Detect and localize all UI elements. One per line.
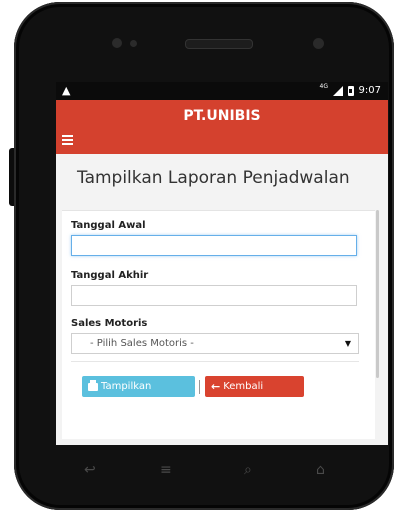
warning-triangle-icon: ▲: [62, 84, 71, 97]
network-type: 4G: [319, 83, 328, 90]
device-screen: ▲ 4G 9:07 PT.UNIBIS Tampilkan Laporan Pe…: [56, 82, 388, 445]
scrollbar[interactable]: [376, 210, 379, 378]
signal-icon: [332, 85, 343, 96]
app-title: PT.UNIBIS: [183, 108, 261, 124]
show-report-button[interactable]: Tampilkan: [82, 376, 195, 397]
end-date-label: Tanggal Akhir: [71, 270, 149, 281]
app-bar: PT.UNIBIS: [56, 100, 388, 154]
button-separator: [199, 380, 200, 394]
sensor-dot: [130, 40, 137, 47]
android-nav-bar: ↩ ≡ ⌕ ⌂: [56, 450, 388, 490]
back-button[interactable]: ← Kembali: [205, 376, 304, 397]
back-icon[interactable]: ↩: [84, 462, 96, 478]
form-divider: [71, 361, 359, 362]
start-date-label: Tanggal Awal: [71, 220, 146, 231]
status-bar: ▲ 4G 9:07: [56, 82, 388, 100]
sales-select[interactable]: - Pilih Sales Motoris - ▼: [71, 333, 359, 354]
clock: 9:07: [358, 85, 381, 96]
print-icon: [88, 379, 98, 391]
show-button-label: Tampilkan: [101, 381, 152, 392]
arrow-left-icon: ←: [211, 380, 221, 393]
speaker-grille: [185, 39, 253, 49]
battery-icon: [347, 85, 354, 96]
page-title: Tampilkan Laporan Penjadwalan: [77, 168, 350, 188]
report-form: Tanggal Awal Tanggal Akhir Sales Motoris…: [62, 210, 375, 439]
main-content: Tampilkan Laporan Penjadwalan Tanggal Aw…: [56, 154, 388, 445]
back-button-label: Kembali: [223, 381, 264, 392]
sales-selected-value: - Pilih Sales Motoris -: [90, 338, 194, 349]
end-date-field[interactable]: [71, 285, 357, 306]
sales-label: Sales Motoris: [71, 318, 148, 329]
search-icon[interactable]: ⌕: [244, 462, 252, 478]
start-date-field[interactable]: [71, 235, 357, 256]
home-icon[interactable]: ≡: [160, 462, 172, 478]
hamburger-menu-icon[interactable]: [62, 135, 73, 147]
menu-icon[interactable]: ⌂: [316, 462, 325, 478]
front-camera: [313, 38, 324, 49]
camera-lens: [112, 38, 122, 48]
dropdown-arrow-icon: ▼: [344, 339, 351, 348]
